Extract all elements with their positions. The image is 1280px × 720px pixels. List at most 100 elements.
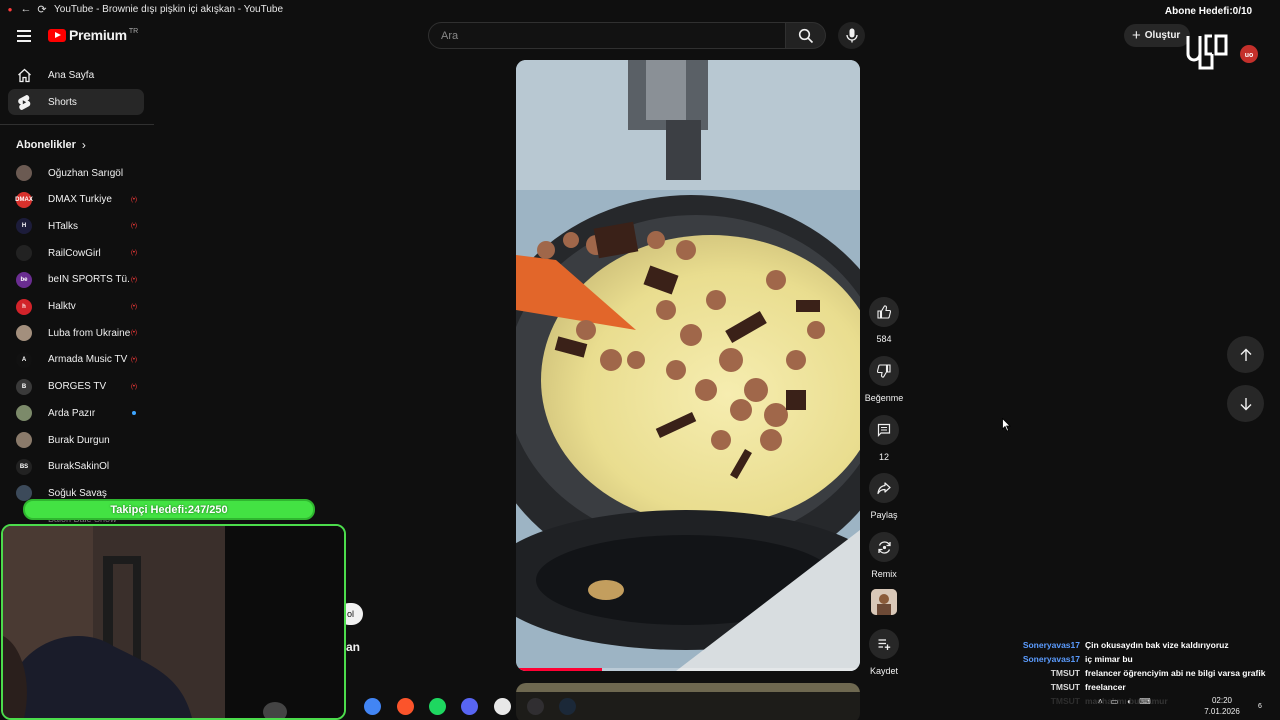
thumbs-up-icon: [877, 305, 891, 319]
steam-icon[interactable]: [559, 698, 576, 715]
channel-name: HTalks: [48, 220, 79, 232]
chevron-right-icon: ›: [81, 138, 86, 152]
masthead: Premium TR + Oluştur uo: [0, 18, 1280, 63]
volume-icon[interactable]: ◖: [1126, 697, 1131, 706]
live-indicator-icon: (•): [130, 276, 138, 283]
sidebar-item-home[interactable]: Ana Sayfa: [8, 62, 144, 88]
channel-name: DMAX Turkiye: [48, 194, 112, 206]
comment-count: 12: [878, 452, 889, 462]
chrome-icon[interactable]: [364, 698, 381, 715]
save-button[interactable]: [869, 629, 899, 659]
save-action: Kaydet: [866, 629, 902, 676]
channel-name: Arda Pazır: [48, 407, 96, 419]
shorts-video-player[interactable]: [516, 60, 860, 671]
comment-icon: [877, 423, 891, 437]
next-short-button[interactable]: [1227, 385, 1264, 422]
previous-short-button[interactable]: [1227, 336, 1264, 373]
channel-avatar: [16, 405, 32, 422]
spotify-icon[interactable]: [429, 698, 446, 715]
subscription-item[interactable]: Arda Pazır: [16, 404, 138, 422]
channel-name: RailCowGirl: [48, 247, 101, 259]
search-button[interactable]: [786, 22, 826, 49]
chat-text: Çin okusaydın bak vize kaldırıyoruz: [1085, 640, 1229, 650]
live-indicator-icon: (•): [130, 383, 138, 390]
account-avatar[interactable]: uo: [1240, 45, 1258, 63]
comments-button[interactable]: [869, 415, 899, 445]
discord-icon[interactable]: [461, 698, 478, 715]
search-box: [428, 22, 786, 49]
brave-icon[interactable]: [397, 698, 414, 715]
sidebar-item-label: Ana Sayfa: [48, 69, 95, 81]
clock-date: 7.01.2026: [1204, 707, 1240, 716]
live-indicator-icon: (•): [130, 223, 138, 230]
video-progress-fill: [516, 668, 602, 671]
chevron-up-icon[interactable]: ˄: [1098, 697, 1103, 706]
window-titlebar: ● ← ⟳ YouTube - Brownie dışı pişkin içi …: [0, 0, 1280, 18]
voice-search-button[interactable]: [838, 22, 865, 49]
subscription-item[interactable]: A Armada Music TV (•): [16, 351, 138, 369]
search-icon: [798, 28, 813, 43]
notification-center-button[interactable]: 6: [1253, 699, 1267, 713]
subscriptions-heading[interactable]: Abonelikler ›: [16, 138, 86, 152]
record-icon: ●: [7, 4, 13, 14]
back-icon[interactable]: ←: [20, 3, 32, 15]
subscription-item[interactable]: Luba from Ukraine (•): [16, 324, 138, 342]
chat-message: TMSUT frelancer öğrenciyim abi ne bilgi v…: [1000, 668, 1266, 682]
subscription-item[interactable]: DMAX DMAX Turkiye (•): [15, 191, 138, 209]
subscription-item[interactable]: RailCowGirl (•): [16, 244, 138, 262]
channel-name: Soğuk Savaş: [48, 487, 107, 499]
subscription-item[interactable]: H HTalks (•): [16, 217, 138, 235]
subscriptions-title: Abonelikler: [16, 139, 76, 151]
notification-count: 6: [1258, 702, 1262, 710]
svg-text:uo: uo: [1245, 52, 1254, 59]
thumbs-down-icon: [877, 364, 891, 378]
channel-name: Burak Durgun: [48, 434, 110, 446]
subscription-item[interactable]: be beIN SPORTS Tü... (•): [16, 271, 138, 289]
channel-avatar: [16, 432, 32, 448]
channel-avatar: [16, 325, 32, 342]
menu-button[interactable]: [14, 26, 34, 46]
like-action: 584: [866, 297, 902, 344]
channel-avatar: [16, 165, 32, 181]
playlist-add-icon: [878, 639, 891, 650]
arrow-down-icon: [1240, 397, 1251, 410]
share-button[interactable]: [869, 473, 899, 503]
channel-avatar: H: [16, 218, 32, 235]
subscription-item[interactable]: Burak Durgun: [16, 431, 138, 449]
subscription-item[interactable]: h Halktv (•): [16, 298, 138, 316]
system-tray: ˄ ▭ ◖ ⌨: [1098, 697, 1151, 706]
webcam-feed: [3, 526, 344, 718]
taskbar-clock[interactable]: 02:20 7.01.2026: [1200, 695, 1244, 717]
microphone-icon: [845, 28, 858, 43]
create-button[interactable]: + Oluştur: [1124, 24, 1191, 47]
channel-avatar-image: [871, 589, 897, 615]
network-icon[interactable]: ▭: [1111, 697, 1119, 706]
subscription-item[interactable]: BS BurakSakinOl: [16, 458, 138, 476]
sound-thumbnail[interactable]: [871, 589, 897, 615]
window-title: YouTube - Brownie dışı pişkin içi akışka…: [54, 3, 284, 15]
youtube-logo[interactable]: Premium TR: [48, 27, 138, 43]
subscription-item[interactable]: B BORGES TV (•): [16, 378, 138, 396]
sidebar-item-shorts[interactable]: Shorts: [8, 89, 144, 115]
dislike-button[interactable]: [869, 356, 899, 386]
channel-avatar: B: [16, 378, 32, 395]
arrow-up-icon: [1240, 348, 1251, 361]
channel-avatar: be: [16, 271, 32, 288]
channel-avatar: BS: [16, 458, 32, 475]
like-button[interactable]: [869, 297, 899, 327]
search-input[interactable]: [429, 23, 785, 48]
keyboard-icon[interactable]: ⌨: [1139, 697, 1151, 706]
video-progress-bar[interactable]: [516, 668, 860, 671]
obs-icon[interactable]: [527, 698, 544, 715]
plus-icon: +: [1132, 27, 1141, 44]
channel-avatar: [16, 245, 32, 262]
subscription-item[interactable]: Oğuzhan Sarıgöl: [16, 164, 138, 182]
file-icon[interactable]: [494, 698, 511, 715]
reload-icon[interactable]: ⟳: [36, 3, 48, 16]
live-indicator-icon: (•): [130, 196, 138, 203]
remix-label: Remix: [871, 569, 897, 579]
remix-icon: [877, 540, 891, 554]
chat-message: Soneryavas17 iç mimar bu: [1000, 654, 1133, 668]
remix-button[interactable]: [869, 532, 899, 562]
live-indicator-icon: (•): [130, 250, 138, 257]
